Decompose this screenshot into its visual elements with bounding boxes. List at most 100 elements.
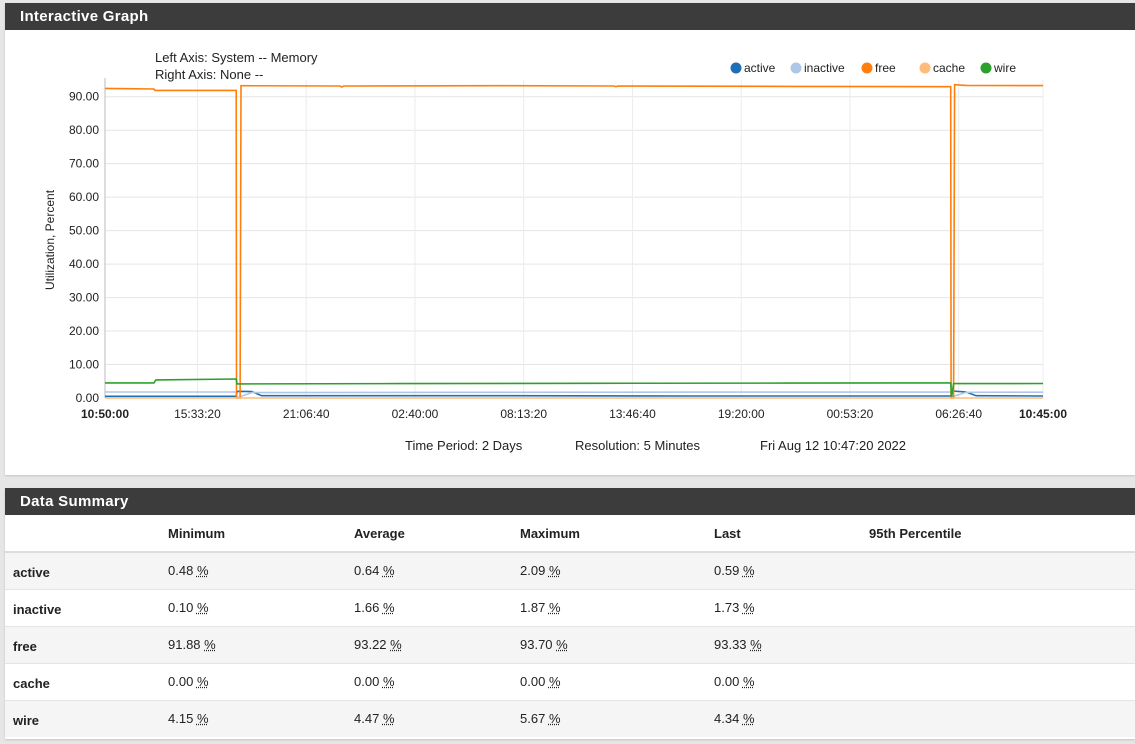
header-average: Average [354, 515, 520, 553]
header-minimum: Minimum [168, 515, 354, 553]
legend-swatch [919, 62, 931, 74]
x-axis: 10:50:00 15:33:20 21:06:40 02:40:00 08:13:20… [81, 407, 1067, 421]
cell-value: 93.33 [714, 637, 747, 652]
unit-abbr: % [742, 600, 755, 615]
unit-abbr: % [382, 600, 395, 615]
resolution-label: Resolution: 5 Minutes [575, 438, 701, 453]
cell-value: 1.73 [714, 600, 740, 615]
x-tick-label: 06:26:40 [935, 407, 982, 421]
panel-title: Data Summary [5, 488, 1135, 515]
row-label: cache [5, 662, 168, 700]
x-tick-label: 00:53:20 [827, 407, 874, 421]
table-row: wire 4.15 % 4.47 % 5.67 % 4.34 % [5, 699, 1135, 737]
cell-average: 4.47 % [354, 699, 520, 737]
header-last: Last [714, 515, 869, 553]
legend-swatch [790, 62, 802, 74]
unit-abbr: % [382, 563, 395, 579]
y-tick-label: 30.00 [69, 291, 99, 305]
unit-abbr: % [548, 674, 561, 689]
y-axis: 0.00 10.00 20.00 30.00 40.00 50.00 60.00 70.00 8… [69, 90, 99, 405]
cell-value: 2.09 [520, 563, 546, 579]
time-period-label: Time Period: 2 Days [405, 438, 523, 453]
unit-abbr: % [382, 711, 395, 727]
legend-swatch [980, 62, 992, 74]
table-row: active 0.48 % 0.64 % 2.09 % 0.59 % [5, 551, 1135, 589]
unit-abbr: % [750, 637, 762, 652]
unit-abbr: % [204, 637, 216, 652]
y-tick-label: 20.00 [69, 324, 99, 338]
legend-swatch [730, 62, 742, 74]
cell-value: 4.34 [714, 711, 740, 727]
row-label: active [5, 551, 168, 589]
unit-abbr: % [742, 711, 755, 727]
unit-abbr: % [196, 711, 209, 727]
cell-value: 93.22 [354, 637, 387, 652]
cell-value: 0.00 [520, 674, 546, 689]
cell-value: 0.00 [168, 674, 194, 689]
cell-minimum: 91.88 % [168, 625, 354, 663]
memory-line-chart[interactable]: 0.00 10.00 20.00 30.00 40.00 50.00 60.00 70.00 8… [5, 30, 1135, 475]
timestamp-label: Fri Aug 12 10:47:20 2022 [760, 438, 906, 453]
cell-95th-percentile [869, 662, 1135, 700]
cell-average: 93.22 % [354, 625, 520, 663]
legend-item-inactive[interactable]: inactive [790, 61, 846, 75]
unit-abbr: % [196, 674, 209, 689]
unit-abbr: % [742, 674, 755, 689]
cell-average: 0.00 % [354, 662, 520, 700]
header-blank [5, 515, 168, 553]
row-label: free [5, 625, 168, 663]
unit-abbr: % [742, 563, 755, 579]
x-tick-label: 13:46:40 [609, 407, 656, 421]
interactive-graph-panel: Interactive Graph 0.00 10.00 20.00 30.00 40.… [5, 3, 1135, 475]
cell-value: 0.59 [714, 563, 740, 579]
y-tick-label: 70.00 [69, 157, 99, 171]
cell-95th-percentile [869, 551, 1135, 589]
x-tick-label: 15:33:20 [174, 407, 221, 421]
y-tick-label: 80.00 [69, 123, 99, 137]
legend-swatch [861, 62, 873, 74]
y-tick-label: 50.00 [69, 224, 99, 238]
unit-abbr: % [196, 600, 209, 615]
x-tick-label: 10:45:00 [1019, 407, 1067, 421]
cell-maximum: 93.70 % [520, 625, 714, 663]
right-axis-label: Right Axis: None -- [155, 67, 263, 82]
legend-item-cache[interactable]: cache [919, 61, 966, 75]
cell-average: 1.66 % [354, 588, 520, 626]
unit-abbr: % [556, 637, 568, 652]
series-line-inactive[interactable] [105, 391, 1044, 399]
series-line-free[interactable] [104, 83, 1044, 399]
unit-abbr: % [390, 637, 402, 652]
cell-minimum: 0.48 % [168, 551, 354, 589]
cell-95th-percentile [869, 625, 1135, 663]
x-tick-label: 19:20:00 [718, 407, 765, 421]
cell-value: 4.47 [354, 711, 380, 727]
summary-table: Minimum Average Maximum Last 95th Percen… [5, 515, 1135, 737]
legend-label: free [875, 61, 896, 75]
cell-minimum: 0.00 % [168, 662, 354, 700]
legend-item-wire[interactable]: wire [980, 61, 1017, 75]
legend-item-free[interactable]: free [861, 61, 897, 75]
y-tick-label: 60.00 [69, 190, 99, 204]
x-tick-label: 21:06:40 [283, 407, 330, 421]
cell-last: 0.59 % [714, 551, 869, 589]
cell-value: 0.00 [714, 674, 740, 689]
chart-grid [104, 78, 1044, 399]
legend-label: inactive [804, 61, 845, 75]
y-tick-label: 90.00 [69, 90, 99, 104]
cell-maximum: 1.87 % [520, 588, 714, 626]
y-tick-label: 0.00 [76, 391, 100, 405]
cell-average: 0.64 % [354, 551, 520, 589]
cell-value: 5.67 [520, 711, 546, 727]
table-row: inactive 0.10 % 1.66 % 1.87 % 1.73 % [5, 588, 1135, 626]
cell-minimum: 0.10 % [168, 588, 354, 626]
row-label: wire [5, 699, 168, 737]
cell-last: 93.33 % [714, 625, 869, 663]
cell-last: 0.00 % [714, 662, 869, 700]
legend-label: active [744, 61, 776, 75]
cell-maximum: 0.00 % [520, 662, 714, 700]
legend-item-active[interactable]: active [730, 61, 776, 75]
summary-header-row: Minimum Average Maximum Last 95th Percen… [5, 515, 1135, 553]
cell-value: 93.70 [520, 637, 553, 652]
legend-label: cache [933, 61, 965, 75]
cell-value: 1.87 [520, 600, 546, 615]
